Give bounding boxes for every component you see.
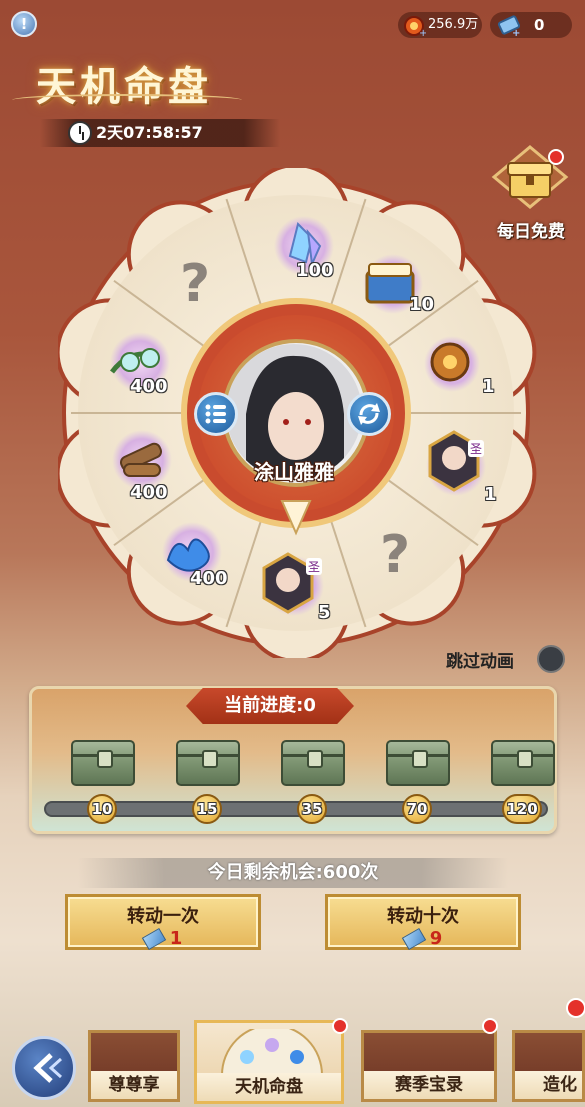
tab-3[interactable]: 造化宝: [512, 1030, 585, 1102]
currency-coins-value: 256.9万: [428, 17, 479, 32]
slot-count: 400: [130, 376, 168, 397]
wheel-slot-unknown: ?: [180, 254, 211, 314]
back-button[interactable]: [12, 1036, 76, 1100]
notification-dot: [548, 149, 564, 165]
notification-dot: [566, 998, 585, 1018]
milestone-value: 15: [192, 794, 222, 824]
info-button[interactable]: !: [11, 11, 37, 37]
spin-once-button[interactable]: 转动一次 1: [65, 894, 261, 951]
wheel-thumbnail-icon: [220, 1029, 324, 1075]
character-name: 涂山雅雅: [254, 460, 334, 484]
milestone-chest-5[interactable]: [491, 740, 555, 786]
slot-count: 1: [482, 376, 495, 397]
tab-0[interactable]: 尊尊享: [88, 1030, 180, 1102]
progress-bar: [44, 801, 548, 817]
slot-count: 100: [296, 260, 334, 281]
svg-text:+: +: [512, 28, 520, 36]
milestone-chest-2[interactable]: [176, 740, 240, 786]
milestone-value: 10: [87, 794, 117, 824]
skip-animation-toggle[interactable]: [537, 645, 565, 673]
progress-label: 当前进度:0: [186, 688, 354, 724]
refresh-button[interactable]: [347, 392, 391, 436]
spin-once-label: 转动一次: [127, 906, 199, 927]
title-ornament: [12, 94, 242, 106]
wheel-slot-blue-flame: 400: [154, 520, 244, 594]
timer-text: 2天07:58:57: [96, 123, 203, 142]
milestone-chest-1[interactable]: [71, 740, 135, 786]
wheel-slot-character-card: 圣 1: [420, 424, 500, 510]
tab-1[interactable]: 天机命盘: [194, 1020, 344, 1104]
spin-ten-cost: 9: [429, 928, 443, 949]
wheel-slot-wood: 400: [102, 424, 192, 504]
tab-label: 尊尊享: [91, 1071, 177, 1099]
saint-badge: 圣: [306, 558, 323, 575]
notification-dot: [332, 1018, 348, 1034]
skip-animation-label: 跳过动画: [446, 652, 514, 672]
spin-once-cost: 1: [169, 928, 183, 949]
refresh-icon: [358, 403, 380, 425]
milestone-chest-3[interactable]: [281, 740, 345, 786]
svg-text:+: +: [419, 28, 426, 36]
tab-label: 天机命盘: [197, 1073, 341, 1101]
remaining-chances: 今日剩余机会:600次: [78, 858, 508, 888]
coin-flame-icon: +: [402, 14, 427, 39]
ticket-icon: +: [496, 14, 520, 39]
wheel-slot-crystal: 100: [268, 212, 348, 292]
ticket-icon: [401, 927, 426, 951]
slot-count: 10: [409, 294, 435, 315]
clock-icon: [68, 121, 92, 145]
ticket-icon: [141, 927, 166, 951]
currency-tickets-value: 0: [534, 16, 545, 34]
back-arrow-icon: [33, 1053, 63, 1083]
slot-count: 5: [318, 602, 331, 623]
list-button[interactable]: [194, 392, 238, 436]
slot-count: 400: [190, 568, 228, 589]
wheel-slot-leaf-orbs: 400: [100, 332, 190, 402]
spin-ten-label: 转动十次: [387, 906, 459, 927]
wheel-slot-character-card: 圣 5: [258, 548, 338, 628]
milestone-chest-4[interactable]: [386, 740, 450, 786]
slot-count: 400: [130, 482, 168, 503]
slot-count: 1: [484, 484, 497, 505]
saint-badge: 圣: [468, 440, 485, 457]
wheel-slot-compass: 1: [416, 330, 496, 400]
milestone-value: 120: [502, 794, 542, 824]
milestone-value: 70: [402, 794, 432, 824]
spin-ten-button[interactable]: 转动十次 9: [325, 894, 521, 951]
tab-label: 造化宝: [515, 1071, 582, 1099]
wheel-slot-unknown: ?: [380, 525, 411, 585]
notification-dot: [482, 1018, 498, 1034]
currency-display-tickets[interactable]: + 0: [490, 12, 572, 39]
currency-display-coins[interactable]: + 256.9万: [398, 12, 482, 39]
milestone-value: 35: [297, 794, 327, 824]
wheel-slot-treasure-chest: 10: [355, 250, 435, 320]
tab-label: 赛季宝录: [364, 1071, 494, 1099]
list-icon: [205, 404, 226, 424]
tab-2[interactable]: 赛季宝录: [361, 1030, 497, 1102]
